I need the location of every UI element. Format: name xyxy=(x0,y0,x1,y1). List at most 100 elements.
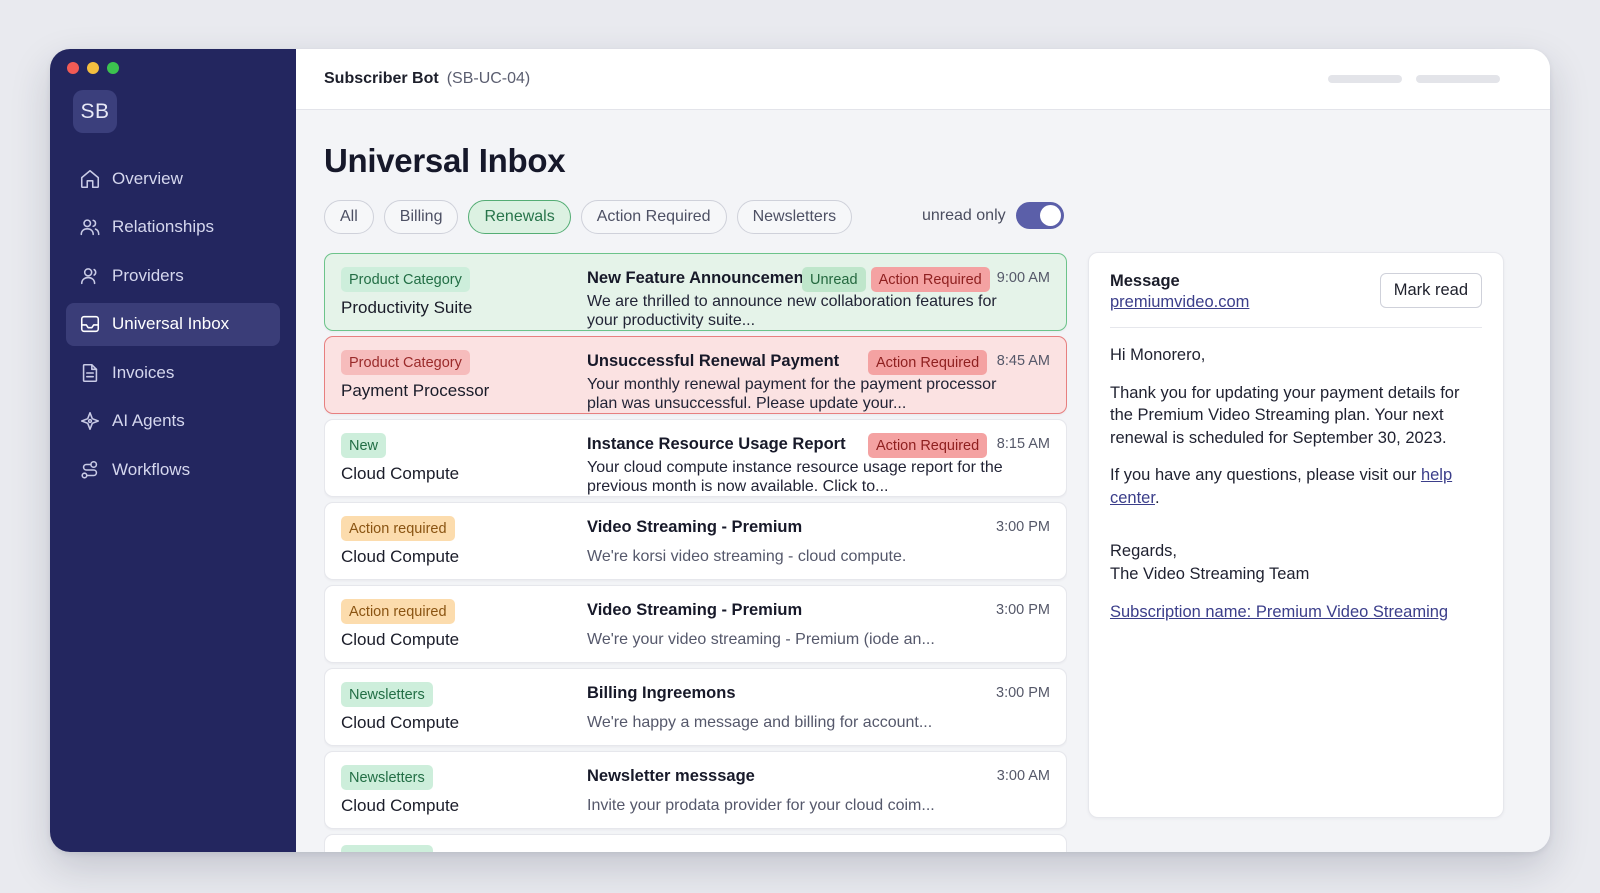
inbox-row[interactable]: Product Category Productivity Suite New … xyxy=(324,253,1067,331)
unread-only-toggle[interactable] xyxy=(1015,202,1064,229)
toggle-knob xyxy=(1039,205,1061,226)
close-window-button[interactable] xyxy=(67,62,79,74)
status-tags: Unread Action Required xyxy=(802,267,990,292)
provider-name: Cloud Compute xyxy=(341,630,460,649)
window-controls xyxy=(67,62,119,74)
message-preview: We're happy a message and billing for ac… xyxy=(587,714,933,731)
message-signature: The Video Streaming Team xyxy=(1110,564,1310,583)
sidebar-item-universal-inbox[interactable]: Universal Inbox xyxy=(66,302,280,346)
provider-name: Payment Processor xyxy=(341,381,490,400)
message-subject: Unsuccessful Renewal Payment xyxy=(587,352,840,370)
sidebar-item-overview[interactable]: Overview xyxy=(66,157,280,200)
message-text: If you have any questions, please visit … xyxy=(1110,466,1421,484)
inbox-row[interactable]: Action required Cloud Compute Video Stre… xyxy=(324,502,1067,580)
sidebar: SB Overview Relationships Providers Univ… xyxy=(50,49,296,852)
filter-chip-newsletters[interactable]: Newsletters xyxy=(736,200,853,234)
bot-name: Subscriber Bot xyxy=(324,70,439,87)
placeholder-bar xyxy=(1416,75,1500,83)
inbox-list: Product Category Productivity Suite New … xyxy=(324,253,1067,852)
inbox-row[interactable]: Product Category Payment Processor Unsuc… xyxy=(324,336,1067,414)
message-label: Message xyxy=(1110,272,1180,290)
sidebar-nav: Overview Relationships Providers Univers… xyxy=(66,157,280,497)
message-time: 8:15 AM xyxy=(996,436,1050,452)
inbox-row-partial[interactable] xyxy=(324,834,1067,852)
sender-link[interactable]: premiumvideo.com xyxy=(1110,293,1249,312)
status-tags: Action Required xyxy=(868,350,988,375)
top-bar: Subscriber Bot (SB-UC-04) xyxy=(296,49,1550,110)
app-logo: SB xyxy=(73,90,117,133)
inbox-row[interactable]: Newsletters Cloud Compute Newsletter mes… xyxy=(324,751,1067,829)
message-time: 3:00 PM xyxy=(996,685,1050,701)
inbox-row[interactable]: New Cloud Compute Instance Resource Usag… xyxy=(324,419,1067,497)
sidebar-item-providers[interactable]: Providers xyxy=(66,254,280,297)
provider-name: Cloud Compute xyxy=(341,464,460,483)
category-badge: Action required xyxy=(341,516,455,541)
message-preview: Your cloud compute instance resource usa… xyxy=(587,459,1003,495)
subscription-link[interactable]: Subscription name: Premium Video Streami… xyxy=(1110,601,1448,624)
category-badge: Newsletters xyxy=(341,682,433,707)
category-badge: Product Category xyxy=(341,267,470,292)
main-content: Subscriber Bot (SB-UC-04) Universal Inbo… xyxy=(296,49,1550,852)
message-time: 3:00 AM xyxy=(996,768,1050,784)
category-badge xyxy=(341,845,433,852)
message-body: Hi Monorero, Thank you for updating your… xyxy=(1110,344,1480,624)
inbox-row[interactable]: Newsletters Cloud Compute Billing Ingree… xyxy=(324,668,1067,746)
document-icon xyxy=(78,361,102,385)
sidebar-item-workflows[interactable]: Workflows xyxy=(66,448,280,491)
sidebar-item-label: Universal Inbox xyxy=(112,314,230,333)
message-subject: Billing Ingreemons xyxy=(587,684,736,702)
minimize-window-button[interactable] xyxy=(87,62,99,74)
category-badge: Action required xyxy=(341,599,455,624)
message-detail-panel: Message premiumvideo.com Mark read Hi Mo… xyxy=(1088,252,1504,818)
message-regards: Regards, xyxy=(1110,542,1177,560)
workflow-icon xyxy=(78,458,102,482)
unread-tag: Unread xyxy=(802,267,866,292)
inbox-row[interactable]: Action required Cloud Compute Video Stre… xyxy=(324,585,1067,663)
message-preview: We're your video streaming - Premium (io… xyxy=(587,631,935,648)
category-badge: Newsletters xyxy=(341,765,433,790)
message-preview: Invite your prodata provider for your cl… xyxy=(587,797,935,814)
category-badge: New xyxy=(341,433,387,458)
sidebar-item-label: AI Agents xyxy=(112,411,185,430)
message-subject: Newsletter messsage xyxy=(587,767,755,785)
message-time: 3:00 PM xyxy=(996,602,1050,618)
unread-only-label: unread only xyxy=(922,206,1006,224)
message-greeting: Hi Monorero, xyxy=(1110,346,1206,364)
message-subject: New Feature Announcement xyxy=(587,269,810,287)
filter-chip-billing[interactable]: Billing xyxy=(383,200,459,234)
page-title: Universal Inbox xyxy=(324,142,566,179)
message-subject: Video Streaming - Premium xyxy=(587,601,803,619)
sidebar-item-relationships[interactable]: Relationships xyxy=(66,206,280,249)
sparkle-icon xyxy=(78,409,102,433)
users-icon xyxy=(78,215,102,239)
user-icon xyxy=(78,264,102,288)
maximize-window-button[interactable] xyxy=(107,62,119,74)
placeholder-bar xyxy=(1328,75,1402,83)
message-time: 3:00 PM xyxy=(996,519,1050,535)
provider-name: Productivity Suite xyxy=(341,298,473,317)
provider-name: Cloud Compute xyxy=(341,547,460,566)
provider-name: Cloud Compute xyxy=(341,796,460,815)
app-window: SB Overview Relationships Providers Univ… xyxy=(50,49,1550,852)
message-preview: Your monthly renewal payment for the pay… xyxy=(587,376,997,412)
message-preview: We are thrilled to announce new collabor… xyxy=(587,293,997,329)
sidebar-item-label: Overview xyxy=(112,168,183,188)
message-subject: Video Streaming - Premium xyxy=(587,518,803,536)
message-preview: We're korsi video streaming - cloud comp… xyxy=(587,548,907,565)
filter-chip-action-required[interactable]: Action Required xyxy=(580,200,727,234)
sidebar-item-label: Invoices xyxy=(112,362,175,382)
home-icon xyxy=(78,167,102,191)
sidebar-item-label: Providers xyxy=(112,265,184,285)
filter-chip-all[interactable]: All xyxy=(324,200,374,234)
status-tags: Action Required xyxy=(868,433,988,458)
filter-chip-renewals[interactable]: Renewals xyxy=(468,200,571,234)
message-time: 9:00 AM xyxy=(996,270,1050,286)
sidebar-item-label: Workflows xyxy=(112,459,191,479)
action-required-tag: Action Required xyxy=(868,433,988,458)
message-paragraph: Thank you for updating your payment deta… xyxy=(1110,383,1460,447)
mark-read-button[interactable]: Mark read xyxy=(1379,273,1482,308)
sidebar-item-ai-agents[interactable]: AI Agents xyxy=(66,400,280,443)
message-paragraph: If you have any questions, please visit … xyxy=(1110,464,1480,509)
sidebar-item-invoices[interactable]: Invoices xyxy=(66,351,280,394)
message-time: 8:45 AM xyxy=(996,353,1050,369)
